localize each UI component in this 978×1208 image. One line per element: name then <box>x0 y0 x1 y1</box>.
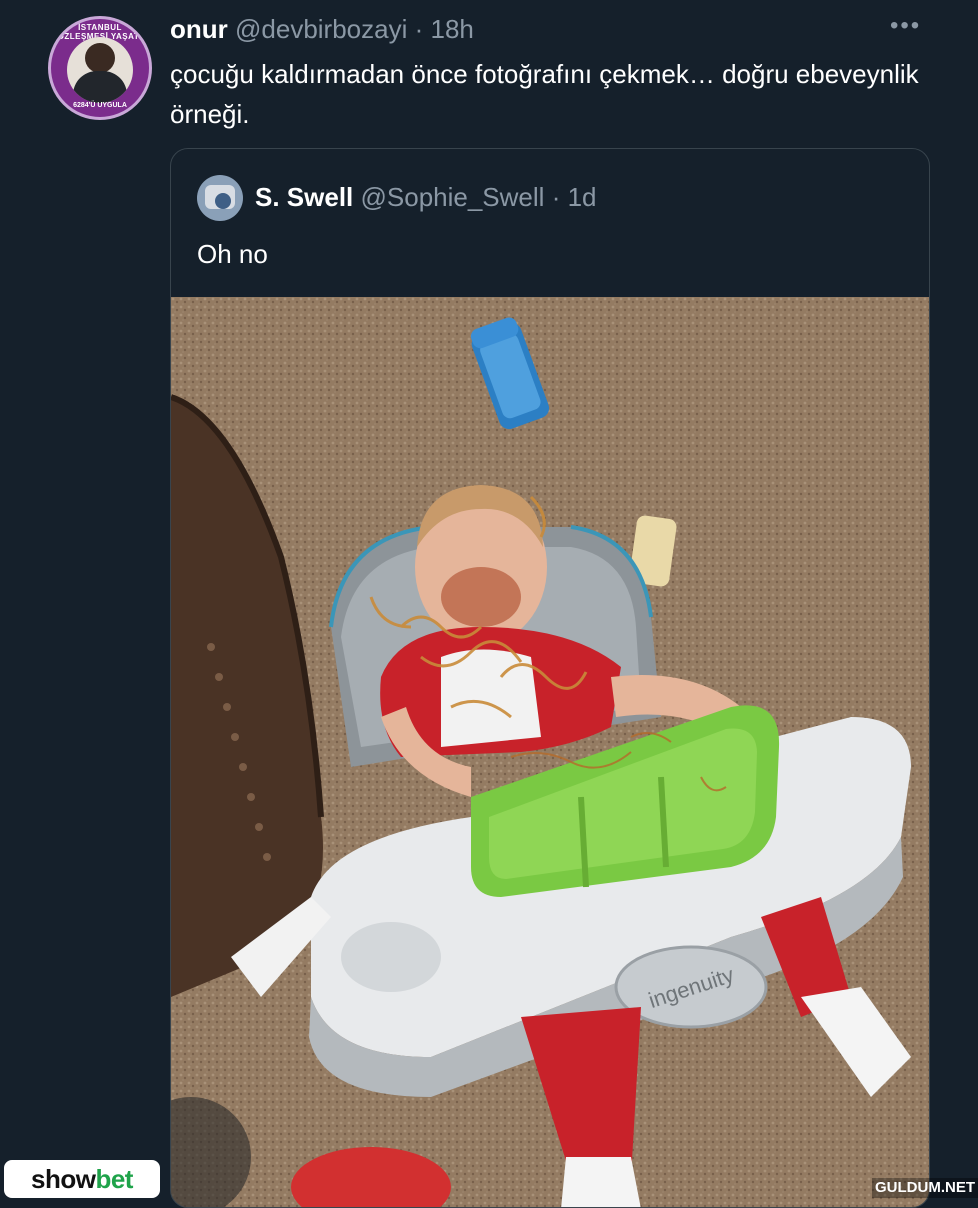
tweet-photo[interactable]: ingenuity <box>171 297 929 1207</box>
avatar-photo <box>67 37 133 103</box>
author-avatar[interactable]: İSTANBUL SÖZLEŞMESİ YAŞATIR 6284'Ü UYGUL… <box>48 16 152 120</box>
photo-illustration: ingenuity <box>171 297 929 1207</box>
showbet-logo-part1: show <box>31 1164 96 1194</box>
quoted-separator: · <box>551 182 561 212</box>
quoted-tweet-card[interactable]: S. Swell @Sophie_Swell · 1d Oh no ingenu… <box>170 148 930 1208</box>
quoted-author-name: S. Swell <box>255 182 354 212</box>
author-handle[interactable]: @devbirbozayi <box>235 14 407 44</box>
header-separator: · <box>414 14 424 44</box>
tweet-time[interactable]: 18h <box>431 14 474 44</box>
quoted-author-handle: @Sophie_Swell <box>360 182 545 212</box>
guldum-watermark: GULDUM.NET <box>872 1178 978 1198</box>
avatar-bottom-text: 6284'Ü UYGULA <box>73 102 127 109</box>
showbet-logo: showbet <box>4 1160 160 1198</box>
quoted-author-avatar <box>197 175 243 221</box>
tweet-header: onur @devbirbozayi · 18h <box>170 14 474 45</box>
quoted-tweet-text: Oh no <box>197 239 268 269</box>
showbet-logo-part2: bet <box>95 1164 133 1194</box>
more-horizontal-icon[interactable]: ••• <box>890 12 921 40</box>
quoted-tweet-header: S. Swell @Sophie_Swell · 1d <box>255 182 597 213</box>
tweet-text: çocuğu kaldırmadan önce fotoğrafını çekm… <box>170 59 919 129</box>
quoted-tweet-time: 1d <box>567 182 597 212</box>
author-name[interactable]: onur <box>170 14 228 44</box>
